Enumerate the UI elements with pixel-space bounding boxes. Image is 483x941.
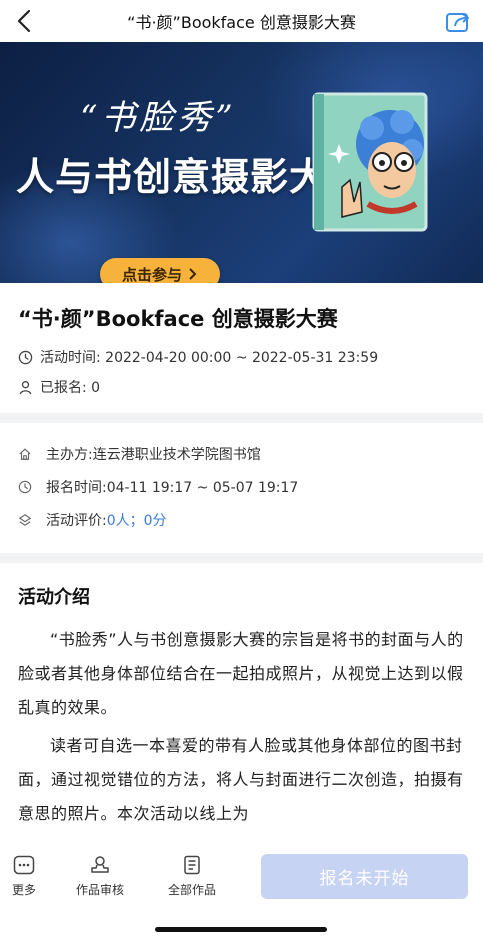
activity-intro: 活动介绍 “书脸秀”人与书创意摄影大赛的宗旨是将书的封面与人的脸或者其他身体部位… [0,563,483,853]
chevron-right-icon [189,268,197,280]
activity-banner[interactable]: “书脸秀” 人与书创意摄影大赛 点击参与 [0,42,483,283]
clock-icon [18,480,32,494]
share-icon[interactable] [443,6,473,36]
review-tab[interactable]: 作品审核 [76,855,124,898]
bottom-action-bar: 更多 作品审核 全部作品 报名未开始 [0,847,483,941]
book-face-illustration [312,92,428,232]
signup-time: 报名时间:04-11 19:17 ~ 05-07 19:17 [46,480,299,496]
rating-value[interactable]: 0人；0分 [107,510,167,530]
section-divider [0,553,483,563]
rating-label: 活动评价: [46,513,107,529]
activity-summary: “书·颜”Bookface 创意摄影大赛 活动时间: 2022-04-20 00… [0,283,483,413]
join-button-label: 点击参与 [121,266,182,284]
home-indicator [155,927,327,932]
activity-time-row: 活动时间: 2022-04-20 00:00 ~ 2022-05-31 23:5… [18,347,465,367]
more-icon [13,855,35,875]
clock-icon [18,350,33,364]
organizer-row: 主办方:连云港职业技术学院图书馆 [18,443,465,465]
navigation-bar: “书·颜”Bookface 创意摄影大赛 [0,0,483,42]
page-title: “书·颜”Bookface 创意摄影大赛 [127,13,356,32]
home-icon [19,448,31,460]
activity-time: 活动时间: 2022-04-20 00:00 ~ 2022-05-31 23:5… [40,350,379,366]
section-divider [0,413,483,423]
more-label: 更多 [12,883,37,897]
rating-icon [18,514,32,526]
all-works-label: 全部作品 [168,883,217,897]
signup-time-row: 报名时间:04-11 19:17 ~ 05-07 19:17 [18,476,465,498]
person-icon [19,380,32,394]
signup-button[interactable]: 报名未开始 [261,854,468,899]
organizer: 主办方:连云港职业技术学院图书馆 [46,447,261,463]
activity-details: 主办方:连云港职业技术学院图书馆 报名时间:04-11 19:17 ~ 05-0… [0,423,483,553]
stamp-icon [91,856,109,873]
intro-paragraph: “书脸秀”人与书创意摄影大赛的宗旨是将书的封面与人的脸或者其他身体部位结合在一起… [18,630,464,717]
signed-count-row: 已报名: 0 [18,377,465,397]
more-tab[interactable]: 更多 [12,855,36,898]
activity-title: “书·颜”Bookface 创意摄影大赛 [18,307,338,331]
rating-row: 活动评价: 0人；0分 [18,509,465,531]
intro-heading: 活动介绍 [18,587,90,608]
document-icon [184,855,200,875]
chevron-left-icon[interactable] [8,4,42,38]
banner-slogan: “书脸秀” [80,98,237,138]
intro-paragraph: 读者可自选一本喜爱的带有人脸或其他身体部位的图书封面，通过视觉错位的方法，将人与… [18,736,464,823]
join-button[interactable]: 点击参与 [100,258,220,283]
review-label: 作品审核 [76,883,125,897]
all-works-tab[interactable]: 全部作品 [168,855,216,898]
signed-count: 已报名: 0 [40,380,101,396]
signup-button-label: 报名未开始 [319,869,410,888]
